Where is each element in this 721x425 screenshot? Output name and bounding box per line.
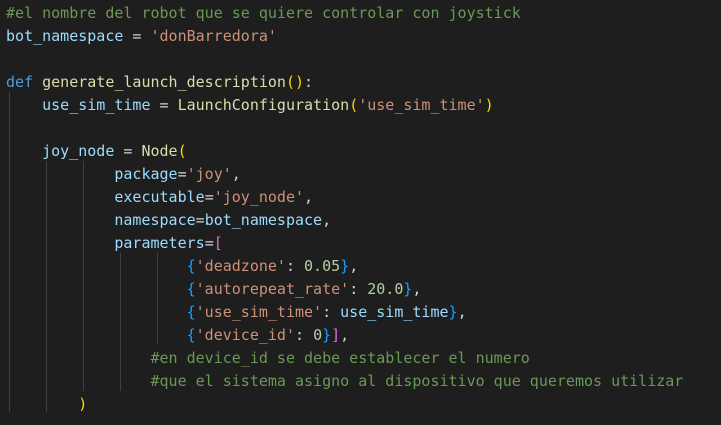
- parameter-name: namespace: [114, 211, 196, 229]
- bracket: (: [285, 73, 295, 91]
- punctuation: :: [322, 303, 341, 321]
- code-line-8[interactable]: package='joy',: [6, 163, 241, 186]
- punctuation: :: [295, 326, 314, 344]
- function-call: Node: [141, 142, 178, 160]
- bracket: {: [186, 303, 196, 321]
- code-editor[interactable]: #el nombre del robot que se quiere contr…: [0, 0, 721, 425]
- punctuation: ,: [340, 326, 350, 344]
- operator: =: [123, 27, 151, 45]
- number-literal: 20.0: [367, 280, 404, 298]
- string-literal: 'joy': [186, 165, 232, 183]
- comment: #el nombre del robot que se quiere contr…: [6, 4, 521, 22]
- bracket: ): [295, 73, 305, 91]
- comment: #que el sistema asigno al dispositivo qu…: [150, 372, 684, 390]
- number-literal: 0: [313, 326, 323, 344]
- string-literal: 'joy_node': [213, 188, 305, 206]
- bracket: ): [484, 96, 494, 114]
- code-line-4[interactable]: def generate_launch_description():: [6, 71, 313, 94]
- punctuation: :: [304, 73, 314, 91]
- string-literal: 'deadzone': [195, 257, 286, 275]
- bracket: }: [340, 257, 350, 275]
- variable: bot_namespace: [6, 27, 124, 45]
- code-line-12[interactable]: {'deadzone': 0.05},: [6, 255, 359, 278]
- bracket: {: [186, 326, 196, 344]
- number-literal: 0.05: [304, 257, 341, 275]
- variable: bot_namespace: [204, 211, 323, 229]
- punctuation: ,: [304, 188, 314, 206]
- string-literal: 'autorepeat_rate': [195, 280, 350, 298]
- code-line-15[interactable]: {'device_id': 0}],: [6, 324, 350, 347]
- code-line-11[interactable]: parameters=[: [6, 232, 223, 255]
- code-line-1[interactable]: #el nombre del robot que se quiere contr…: [6, 2, 521, 25]
- string-literal: 'use_sim_time': [358, 96, 485, 114]
- punctuation: ,: [457, 303, 467, 321]
- string-literal: 'device_id': [195, 326, 295, 344]
- punctuation: :: [285, 257, 305, 275]
- operator: =: [150, 96, 178, 114]
- code-line-14[interactable]: {'use_sim_time': use_sim_time},: [6, 301, 467, 324]
- parameter-name: package: [114, 165, 178, 183]
- variable: use_sim_time: [340, 303, 449, 321]
- parameter-name: parameters: [114, 234, 205, 252]
- function-name: generate_launch_description: [42, 73, 286, 91]
- bracket: }: [448, 303, 458, 321]
- code-line-10[interactable]: namespace=bot_namespace,: [6, 209, 331, 232]
- bracket: ): [78, 395, 88, 413]
- bracket: ]: [331, 326, 341, 344]
- code-line-18[interactable]: ): [6, 393, 87, 416]
- operator: =: [195, 211, 205, 229]
- operator: =: [114, 142, 142, 160]
- string-literal: 'use_sim_time': [195, 303, 323, 321]
- punctuation: ,: [231, 165, 241, 183]
- bracket: {: [186, 280, 196, 298]
- bracket: {: [186, 257, 196, 275]
- keyword: def: [6, 73, 34, 91]
- code-line-16[interactable]: #en device_id se debe establecer el nume…: [6, 347, 530, 370]
- code-line-13[interactable]: {'autorepeat_rate': 20.0},: [6, 278, 422, 301]
- variable: joy_node: [42, 142, 115, 160]
- code-line-17[interactable]: #que el sistema asigno al dispositivo qu…: [6, 370, 684, 393]
- variable: use_sim_time: [42, 96, 151, 114]
- code-line-2[interactable]: bot_namespace = 'donBarredora': [6, 25, 277, 48]
- punctuation: :: [349, 280, 368, 298]
- code-line-7[interactable]: joy_node = Node(: [6, 140, 187, 163]
- comment: #en device_id se debe establecer el nume…: [150, 349, 530, 367]
- string-literal: 'donBarredora': [150, 27, 277, 45]
- operator: =: [204, 234, 214, 252]
- code-line-5[interactable]: use_sim_time = LaunchConfiguration('use_…: [6, 94, 494, 117]
- operator: =: [177, 165, 187, 183]
- punctuation: ,: [322, 211, 332, 229]
- punctuation: ,: [349, 257, 359, 275]
- function-call: LaunchConfiguration: [177, 96, 350, 114]
- bracket: (: [177, 142, 187, 160]
- bracket: }: [322, 326, 332, 344]
- bracket: (: [349, 96, 359, 114]
- bracket: [: [213, 234, 223, 252]
- parameter-name: executable: [114, 188, 205, 206]
- operator: =: [204, 188, 214, 206]
- code-line-9[interactable]: executable='joy_node',: [6, 186, 313, 209]
- punctuation: ,: [412, 280, 422, 298]
